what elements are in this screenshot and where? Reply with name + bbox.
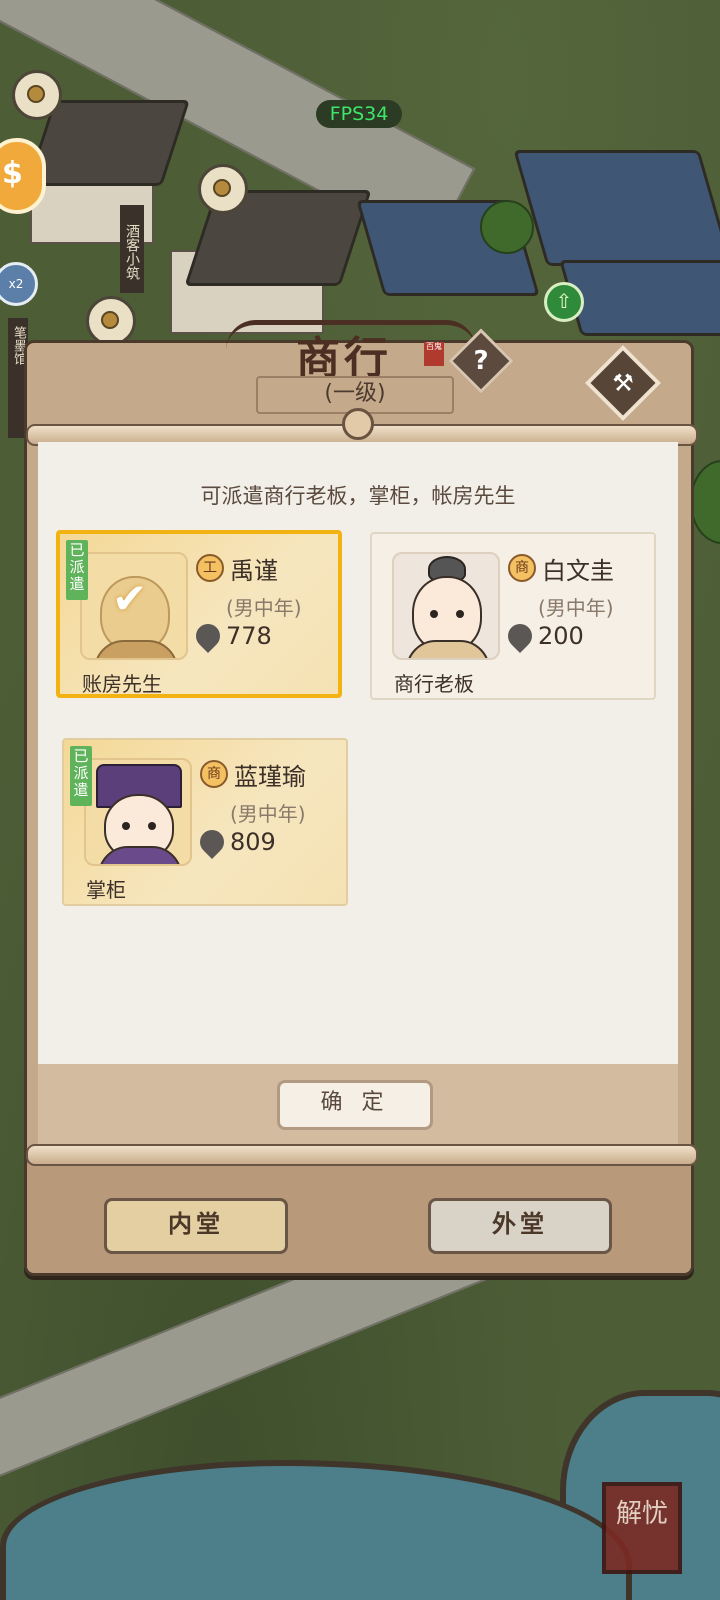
staff-portrait <box>84 758 192 866</box>
staff-eye <box>456 610 464 618</box>
assigned-badge: 已派遣 <box>70 746 92 806</box>
building-roof <box>513 150 720 266</box>
tree <box>480 200 534 254</box>
staff-robe <box>94 640 178 658</box>
staff-name-row: 工 禹谨 <box>196 552 278 585</box>
map-coin-marker[interactable] <box>86 296 136 346</box>
fps-counter: FPS34 <box>316 100 402 128</box>
scroll-knot-ornament <box>342 408 374 440</box>
shop-sign: 酒客小筑 <box>120 205 144 293</box>
staff-role: 商行老板 <box>394 672 474 696</box>
staff-card-lanjinyu[interactable]: 已派遣 商 蓝瑾瑜 (男中年) 809 掌柜 <box>62 738 348 906</box>
staff-card-baiwengui[interactable]: 商 白文圭 (男中年) 200 商行老板 <box>370 532 656 700</box>
map-coin-marker[interactable] <box>198 164 248 214</box>
corner-seal-button[interactable]: 解忧 <box>602 1482 682 1574</box>
staff-role: 掌柜 <box>86 878 126 902</box>
staff-role: 账房先生 <box>82 672 162 696</box>
staff-card-yujin[interactable]: ✔ 已派遣 工 禹谨 (男中年) 778 账房先生 <box>56 530 342 698</box>
hammer-icon: ⚒ <box>612 369 634 397</box>
confirm-button[interactable]: 确 定 <box>277 1080 433 1130</box>
scroll-rod-bottom <box>26 1144 698 1166</box>
tab-outer-hall[interactable]: 外堂 <box>428 1198 612 1254</box>
help-icon: ? <box>473 346 489 376</box>
assigned-badge: 已派遣 <box>66 540 88 600</box>
staff-portrait <box>392 552 500 660</box>
coin-icon: $ <box>2 156 23 191</box>
ability-icon <box>503 619 537 653</box>
staff-name-row: 商 白文圭 <box>508 552 614 585</box>
dispatch-instruction: 可派遣商行老板，掌柜，帐房先生 <box>200 484 516 508</box>
staff-name: 白文圭 <box>542 556 614 585</box>
side-menu-coin-button[interactable]: $ <box>0 138 46 214</box>
staff-eye <box>430 610 438 618</box>
staff-name-row: 商 蓝瑾瑜 <box>200 758 306 791</box>
staff-stat-value: 200 <box>538 622 584 650</box>
merchant-type-icon: 商 <box>508 554 536 582</box>
worker-type-icon: 工 <box>196 554 224 582</box>
ability-icon <box>195 825 229 859</box>
staff-stat-value: 778 <box>226 622 272 650</box>
merchant-type-icon: 商 <box>200 760 228 788</box>
tab-inner-hall[interactable]: 内堂 <box>104 1198 288 1254</box>
staff-stat: 778 <box>191 619 272 653</box>
staff-stat-value: 809 <box>230 828 276 856</box>
staff-stat: 809 <box>195 825 276 859</box>
staff-eye <box>148 822 156 830</box>
staff-eye <box>122 822 130 830</box>
staff-name: 禹谨 <box>230 556 278 585</box>
staff-description: (男中年) <box>226 596 302 620</box>
map-coin-marker[interactable] <box>12 70 62 120</box>
ability-icon <box>191 619 225 653</box>
staff-description: (男中年) <box>230 802 306 826</box>
staff-description: (男中年) <box>538 596 614 620</box>
title-stamp: 百鬼 <box>424 342 444 366</box>
checkmark-icon: ✔ <box>112 574 148 623</box>
staff-stat: 200 <box>503 619 584 653</box>
staff-name: 蓝瑾瑜 <box>234 762 306 791</box>
staff-robe <box>406 640 490 658</box>
upgrade-arrow-icon[interactable]: ⇧ <box>544 282 584 322</box>
